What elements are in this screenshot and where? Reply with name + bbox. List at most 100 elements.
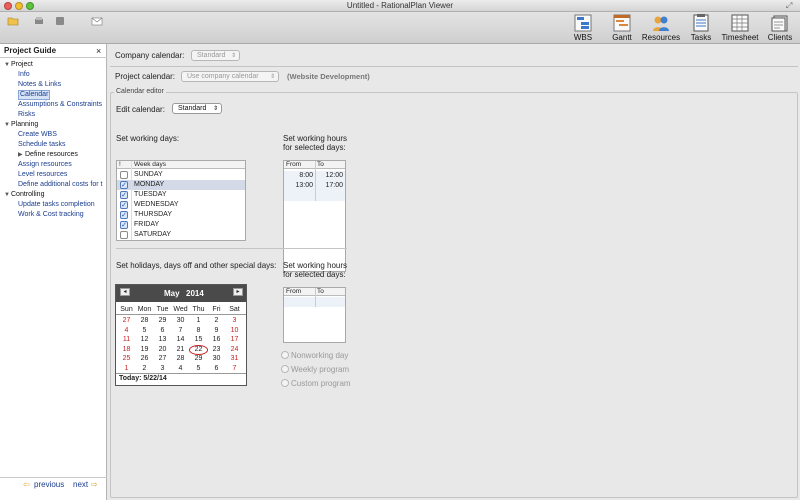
calendar-day[interactable]: 30	[171, 316, 190, 326]
settings-icon[interactable]	[54, 16, 66, 26]
guide-link-assumptions[interactable]: Assumptions & Constraints	[18, 100, 102, 110]
guide-link-level-resources[interactable]: Level resources	[18, 170, 67, 180]
minimize-window-button[interactable]	[15, 2, 23, 10]
calendar-day[interactable]: 10	[225, 326, 244, 336]
calendar-day[interactable]: 18	[117, 345, 136, 355]
calendar-day[interactable]: 4	[117, 326, 136, 336]
calendar-day[interactable]: 16	[207, 335, 226, 345]
calendar-day[interactable]: 26	[135, 354, 154, 364]
tree-group-planning[interactable]: ▼Planning	[4, 120, 38, 130]
calendar-day[interactable]: 1	[117, 364, 136, 374]
guide-link-calendar-selected[interactable]: Calendar	[18, 90, 51, 100]
expanded-triangle-icon[interactable]: ▼	[4, 190, 11, 200]
next-month-button[interactable]: ▸	[233, 288, 243, 296]
previous-month-button[interactable]: ◂	[120, 288, 130, 296]
guide-link-additional-costs[interactable]: Define additional costs for t	[18, 180, 107, 190]
calendar-day[interactable]: 28	[135, 316, 154, 326]
calendar-day[interactable]: 2	[207, 316, 226, 326]
calendar-day[interactable]: 2	[135, 364, 154, 374]
weekday-row-tuesday[interactable]: ✓ TUESDAY	[117, 190, 245, 200]
calendar-day[interactable]: 6	[153, 326, 172, 336]
guide-link-info[interactable]: Info	[18, 70, 30, 80]
calendar-day[interactable]: 29	[153, 316, 172, 326]
wbs-view-button[interactable]: WBS	[565, 14, 601, 44]
today-label[interactable]: Today: 5/22/14	[119, 375, 167, 382]
calendar-day[interactable]: 23	[207, 345, 226, 355]
sunday-checkbox[interactable]	[120, 171, 128, 179]
friday-checkbox[interactable]: ✓	[120, 221, 128, 229]
weekday-row-friday[interactable]: ✓ FRIDAY	[117, 220, 245, 230]
previous-arrow-icon[interactable]: ⇦	[23, 478, 30, 492]
resources-view-button[interactable]: Resources	[641, 14, 681, 44]
tuesday-checkbox[interactable]: ✓	[120, 191, 128, 199]
calendar-day[interactable]: 17	[225, 335, 244, 345]
calendar-day[interactable]: 7	[171, 326, 190, 336]
collapsed-triangle-icon[interactable]: ▶	[18, 150, 25, 160]
expanded-triangle-icon[interactable]: ▼	[4, 120, 11, 130]
calendar-day[interactable]: 19	[135, 345, 154, 355]
calendar-day[interactable]: 1	[189, 316, 208, 326]
folder-open-icon[interactable]	[7, 16, 19, 26]
calendar-day[interactable]: 21	[171, 345, 190, 355]
calendar-day[interactable]: 14	[171, 335, 190, 345]
tree-subgroup-define-resources[interactable]: ▶ Define resources	[18, 150, 78, 160]
weekly-program-radio[interactable]	[281, 365, 289, 373]
tree-group-project[interactable]: ▼Project	[4, 60, 33, 70]
guide-link-work-cost[interactable]: Work & Cost tracking	[18, 210, 84, 220]
weekday-row-sunday[interactable]: SUNDAY	[117, 170, 245, 180]
calendar-day[interactable]: 5	[189, 364, 208, 374]
guide-link-assign-resources[interactable]: Assign resources	[18, 160, 72, 170]
weekday-row-monday-selected[interactable]: ✓ MONDAY	[117, 180, 245, 190]
close-guide-icon[interactable]: ×	[96, 46, 101, 56]
tasks-view-button[interactable]: Tasks	[683, 14, 719, 44]
calendar-day[interactable]: 8	[189, 326, 208, 336]
expanded-triangle-icon[interactable]: ▼	[4, 60, 11, 70]
zoom-window-button[interactable]	[26, 2, 34, 10]
calendar-day[interactable]: 30	[207, 354, 226, 364]
calendar-day[interactable]: 4	[171, 364, 190, 374]
custom-program-radio[interactable]	[281, 379, 289, 387]
calendar-day[interactable]: 13	[153, 335, 172, 345]
calendar-day[interactable]: 7	[225, 364, 244, 374]
weekday-row-wednesday[interactable]: ✓ WEDNESDAY	[117, 200, 245, 210]
saturday-checkbox[interactable]	[120, 231, 128, 239]
next-arrow-icon[interactable]: ⇨	[91, 478, 98, 492]
calendar-day[interactable]: 3	[225, 316, 244, 326]
edit-calendar-select[interactable]: Standard ⇕	[172, 103, 222, 114]
timesheet-view-button[interactable]: Timesheet	[720, 14, 760, 44]
calendar-day[interactable]: 27	[153, 354, 172, 364]
calendar-day[interactable]: 27	[117, 316, 136, 326]
calendar-day[interactable]: 6	[207, 364, 226, 374]
guide-link-schedule-tasks[interactable]: Schedule tasks	[18, 140, 65, 150]
calendar-day[interactable]: 9	[207, 326, 226, 336]
nonworking-day-radio[interactable]	[281, 351, 289, 359]
calendar-day[interactable]: 25	[117, 354, 136, 364]
calendar-day[interactable]: 31	[225, 354, 244, 364]
guide-link-risks[interactable]: Risks	[18, 110, 35, 120]
clients-view-button[interactable]: Clients	[762, 14, 798, 44]
tree-group-controlling[interactable]: ▼Controlling	[4, 190, 44, 200]
previous-button[interactable]: previous	[34, 478, 64, 492]
calendar-day[interactable]: 20	[153, 345, 172, 355]
thursday-checkbox[interactable]: ✓	[120, 211, 128, 219]
close-window-button[interactable]	[4, 2, 12, 10]
fullscreen-icon[interactable]: ⤢	[786, 1, 792, 11]
calendar-day[interactable]: 28	[171, 354, 190, 364]
monday-checkbox[interactable]: ✓	[120, 181, 128, 189]
guide-link-create-wbs[interactable]: Create WBS	[18, 130, 57, 140]
calendar-day[interactable]: 29	[189, 354, 208, 364]
next-button[interactable]: next	[73, 478, 88, 492]
guide-link-update-completion[interactable]: Update tasks completion	[18, 200, 95, 210]
gantt-view-button[interactable]: Gantt	[604, 14, 640, 44]
calendar-day[interactable]: 3	[153, 364, 172, 374]
weekday-row-thursday[interactable]: ✓ THURSDAY	[117, 210, 245, 220]
wednesday-checkbox[interactable]: ✓	[120, 201, 128, 209]
email-icon[interactable]	[91, 16, 103, 26]
calendar-day[interactable]: 5	[135, 326, 154, 336]
calendar-day[interactable]: 24	[225, 345, 244, 355]
calendar-day[interactable]: 11	[117, 335, 136, 345]
calendar-day[interactable]: 15	[189, 335, 208, 345]
calendar-day[interactable]: 12	[135, 335, 154, 345]
calendar-day-today[interactable]: 22	[189, 344, 208, 355]
weekday-row-saturday[interactable]: SATURDAY	[117, 230, 245, 240]
